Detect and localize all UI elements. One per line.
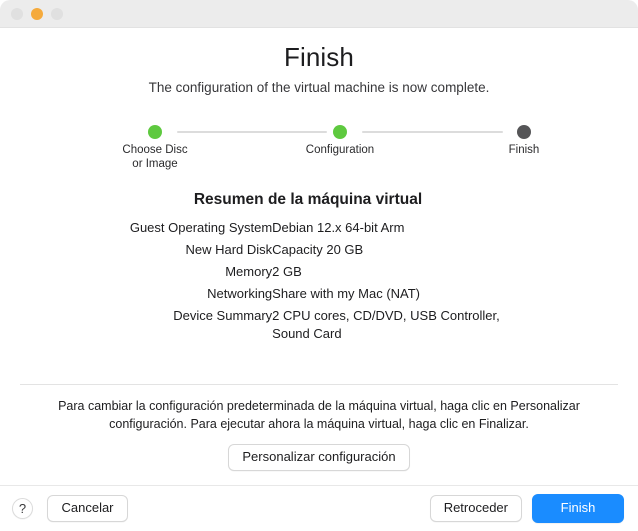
summary-table: Guest Operating System Debian 12.x 64-bi… bbox=[130, 217, 508, 345]
summary-value: Share with my Mac (NAT) bbox=[272, 286, 421, 301]
table-row: Device Summary 2 CPU cores, CD/DVD, USB … bbox=[130, 305, 508, 345]
stepper-step-configuration[interactable]: Configuration bbox=[275, 125, 405, 158]
setup-stepper: Choose Disc or Image Configuration Finis… bbox=[0, 125, 638, 173]
summary-label: Networking bbox=[207, 286, 273, 301]
summary-value: 2 GB bbox=[272, 264, 302, 279]
page-title: Finish bbox=[284, 42, 354, 72]
vm-setup-window: Finish The configuration of the virtual … bbox=[0, 0, 638, 531]
stepper-step-label: Choose Disc or Image bbox=[122, 144, 188, 170]
stepper-step-finish[interactable]: Finish bbox=[459, 125, 589, 158]
summary-label: Memory bbox=[225, 264, 273, 279]
traffic-light-group bbox=[11, 7, 63, 20]
page-header: Finish The configuration of the virtual … bbox=[0, 28, 638, 96]
stepper-track: Choose Disc or Image Configuration Finis… bbox=[22, 125, 616, 170]
dialog-action-bar: ? Cancelar Retroceder Finish bbox=[0, 485, 638, 531]
stepper-step-choose-disc[interactable]: Choose Disc or Image bbox=[90, 125, 220, 171]
close-window-button[interactable] bbox=[11, 7, 23, 20]
zoom-window-button[interactable] bbox=[51, 7, 63, 20]
page-subtitle: The configuration of the virtual machine… bbox=[148, 80, 490, 95]
vm-summary: Resumen de la máquina virtual Guest Oper… bbox=[0, 190, 638, 345]
table-row: Networking Share with my Mac (NAT) bbox=[130, 283, 508, 305]
step-dot-current-icon bbox=[517, 125, 531, 139]
window-titlebar bbox=[0, 0, 638, 28]
summary-value: Capacity 20 GB bbox=[272, 242, 364, 257]
minimize-window-button[interactable] bbox=[31, 7, 43, 20]
step-dot-complete-icon bbox=[148, 125, 162, 139]
stepper-step-label: Finish bbox=[508, 144, 540, 156]
table-row: New Hard Disk Capacity 20 GB bbox=[130, 239, 508, 261]
stepper-step-label: Configuration bbox=[305, 144, 375, 156]
step-dot-complete-icon bbox=[333, 125, 347, 139]
cancel-button[interactable]: Cancelar bbox=[47, 495, 128, 522]
table-row: Guest Operating System Debian 12.x 64-bi… bbox=[130, 217, 508, 239]
customize-settings-button[interactable]: Personalizar configuración bbox=[228, 444, 410, 471]
finish-button[interactable]: Finish bbox=[532, 494, 624, 523]
summary-title: Resumen de la máquina virtual bbox=[193, 191, 423, 208]
main-content: Finish The configuration of the virtual … bbox=[0, 28, 638, 485]
footer-note-area: Para cambiar la configuración predetermi… bbox=[0, 384, 638, 485]
summary-label: New Hard Disk bbox=[185, 242, 273, 257]
footer-instructions: Para cambiar la configuración predetermi… bbox=[58, 399, 580, 431]
summary-value: Debian 12.x 64-bit Arm bbox=[272, 220, 405, 235]
summary-value: 2 CPU cores, CD/DVD, USB Controller, Sou… bbox=[272, 308, 500, 341]
help-button[interactable]: ? bbox=[12, 498, 33, 519]
back-button[interactable]: Retroceder bbox=[429, 495, 522, 522]
summary-label: Guest Operating System bbox=[129, 220, 273, 235]
summary-label: Device Summary bbox=[173, 308, 273, 323]
table-row: Memory 2 GB bbox=[130, 261, 508, 283]
